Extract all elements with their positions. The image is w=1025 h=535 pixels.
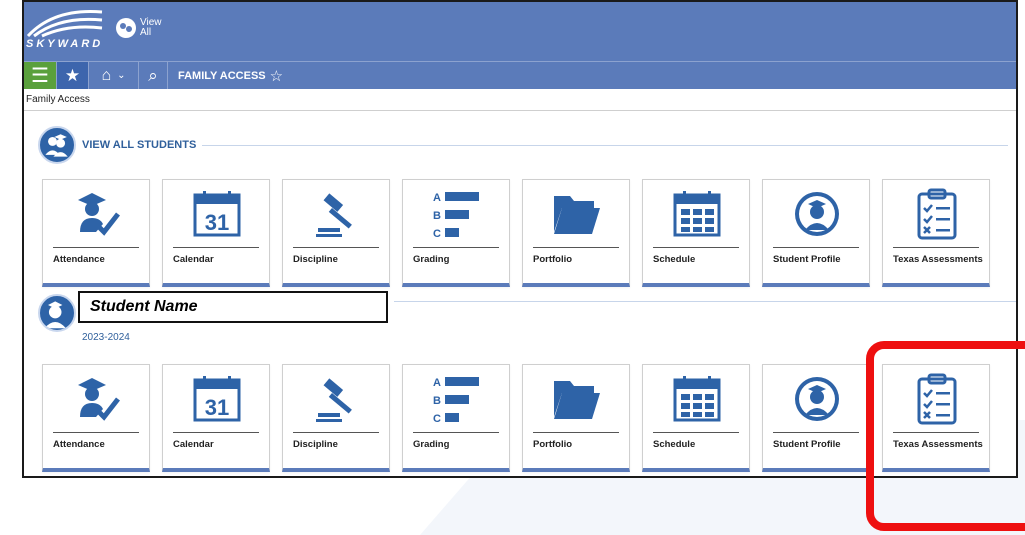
favorites-star-icon[interactable]: ★ (56, 62, 88, 89)
all-students-tile-portfolio[interactable]: Portfolio (522, 179, 630, 287)
calendar-icon: 31 (190, 373, 244, 425)
breadcrumb: Family Access (24, 89, 1016, 111)
view-all-students-header[interactable]: VIEW ALL STUDENTS (38, 126, 1008, 164)
folder-icon (550, 373, 604, 425)
chevron-down-icon: ⌄ (117, 70, 126, 81)
schedule-icon (670, 373, 724, 425)
student-name[interactable]: Student Name (78, 291, 388, 323)
student-tile-attendance[interactable]: Attendance (42, 364, 150, 472)
attendance-icon (70, 188, 124, 240)
tile-label: Calendar (173, 254, 214, 265)
tile-label: Schedule (653, 439, 696, 450)
all-students-tile-grading[interactable]: A B C Grading (402, 179, 510, 287)
tile-label: Schedule (653, 254, 696, 265)
gavel-icon (310, 373, 364, 425)
section-divider (202, 144, 1008, 146)
tile-divider (653, 432, 739, 433)
checklist-icon (910, 188, 964, 240)
hamburger-icon[interactable]: ☰ (24, 62, 56, 89)
page-title-text: FAMILY ACCESS (178, 69, 266, 82)
svg-text:B: B (433, 395, 441, 407)
gavel-icon (310, 188, 364, 240)
tile-label: Texas Assessments (893, 254, 983, 265)
students-group-icon (38, 126, 76, 164)
view-all-button[interactable]: View All (116, 16, 168, 38)
tile-divider (653, 247, 739, 248)
tile-label: Attendance (53, 439, 105, 450)
all-students-tile-discipline[interactable]: Discipline (282, 179, 390, 287)
all-students-tile-schedule[interactable]: Schedule (642, 179, 750, 287)
tile-divider (53, 432, 139, 433)
svg-text:A: A (433, 377, 441, 389)
schedule-icon (670, 188, 724, 240)
add-favorite-star-icon[interactable]: ☆ (270, 67, 283, 85)
svg-text:C: C (433, 413, 441, 425)
student-tile-schedule[interactable]: Schedule (642, 364, 750, 472)
tile-label: Grading (413, 439, 450, 450)
tile-divider (53, 247, 139, 248)
student-tiles: Attendance 31 Calendar Discipline A B C Grading… (42, 364, 990, 472)
tile-label: Discipline (293, 254, 338, 265)
search-icon[interactable]: ⌕ (138, 62, 168, 89)
all-students-tiles: Attendance 31 Calendar Discipline A B C Grading… (42, 179, 990, 287)
student-tile-calendar[interactable]: 31 Calendar (162, 364, 270, 472)
tile-label: Student Profile (773, 439, 841, 450)
view-all-label: View All (140, 16, 162, 38)
tile-divider (293, 432, 379, 433)
tile-label: Discipline (293, 439, 338, 450)
globe-icon (116, 17, 136, 38)
tile-label: Calendar (173, 439, 214, 450)
tile-divider (173, 247, 259, 248)
logo-text: SKYWARD (26, 38, 104, 50)
tile-label: Student Profile (773, 254, 841, 265)
page-title: FAMILY ACCESS ☆ (168, 62, 283, 89)
home-icon: ⌂ (101, 66, 112, 84)
tile-label: Portfolio (533, 439, 573, 450)
tile-divider (533, 432, 619, 433)
svg-text:A: A (433, 192, 441, 204)
all-students-tile-texas-assessments[interactable]: Texas Assessments (882, 179, 990, 287)
all-students-tile-attendance[interactable]: Attendance (42, 179, 150, 287)
tile-divider (773, 432, 859, 433)
student-profile-icon (790, 188, 844, 240)
student-tile-discipline[interactable]: Discipline (282, 364, 390, 472)
tile-divider (413, 247, 499, 248)
student-tile-portfolio[interactable]: Portfolio (522, 364, 630, 472)
tile-label: Portfolio (533, 254, 573, 265)
nav-bar: ☰ ★ ⌂ ⌄ ⌕ FAMILY ACCESS ☆ (24, 61, 1016, 89)
tile-label: Attendance (53, 254, 105, 265)
tile-divider (173, 432, 259, 433)
tile-divider (413, 432, 499, 433)
student-tile-student-profile[interactable]: Student Profile (762, 364, 870, 472)
tile-divider (893, 247, 979, 248)
folder-icon (550, 188, 604, 240)
svg-text:C: C (433, 228, 441, 240)
tile-divider (533, 247, 619, 248)
calendar-day-number: 31 (205, 210, 229, 235)
skyward-logo[interactable]: SKYWARD (24, 2, 106, 61)
home-button[interactable]: ⌂ ⌄ (88, 62, 138, 89)
tile-divider (293, 247, 379, 248)
top-header: SKYWARD View All (24, 2, 1016, 61)
school-year[interactable]: 2023-2024 (82, 332, 130, 343)
student-header: Student Name (38, 291, 1016, 332)
all-students-tile-calendar[interactable]: 31 Calendar (162, 179, 270, 287)
student-avatar-icon (38, 294, 76, 332)
student-profile-icon (790, 373, 844, 425)
student-divider (394, 300, 1016, 302)
student-tile-grading[interactable]: A B C Grading (402, 364, 510, 472)
svg-text:B: B (433, 210, 441, 222)
highlight-box (866, 341, 1025, 531)
tile-divider (773, 247, 859, 248)
tile-label: Grading (413, 254, 450, 265)
all-students-tile-student-profile[interactable]: Student Profile (762, 179, 870, 287)
attendance-icon (70, 373, 124, 425)
grading-icon: ABC (430, 188, 484, 240)
calendar-day-number: 31 (205, 395, 229, 420)
grading-icon: ABC (430, 373, 484, 425)
calendar-icon: 31 (190, 188, 244, 240)
view-all-students-label: VIEW ALL STUDENTS (82, 139, 197, 151)
